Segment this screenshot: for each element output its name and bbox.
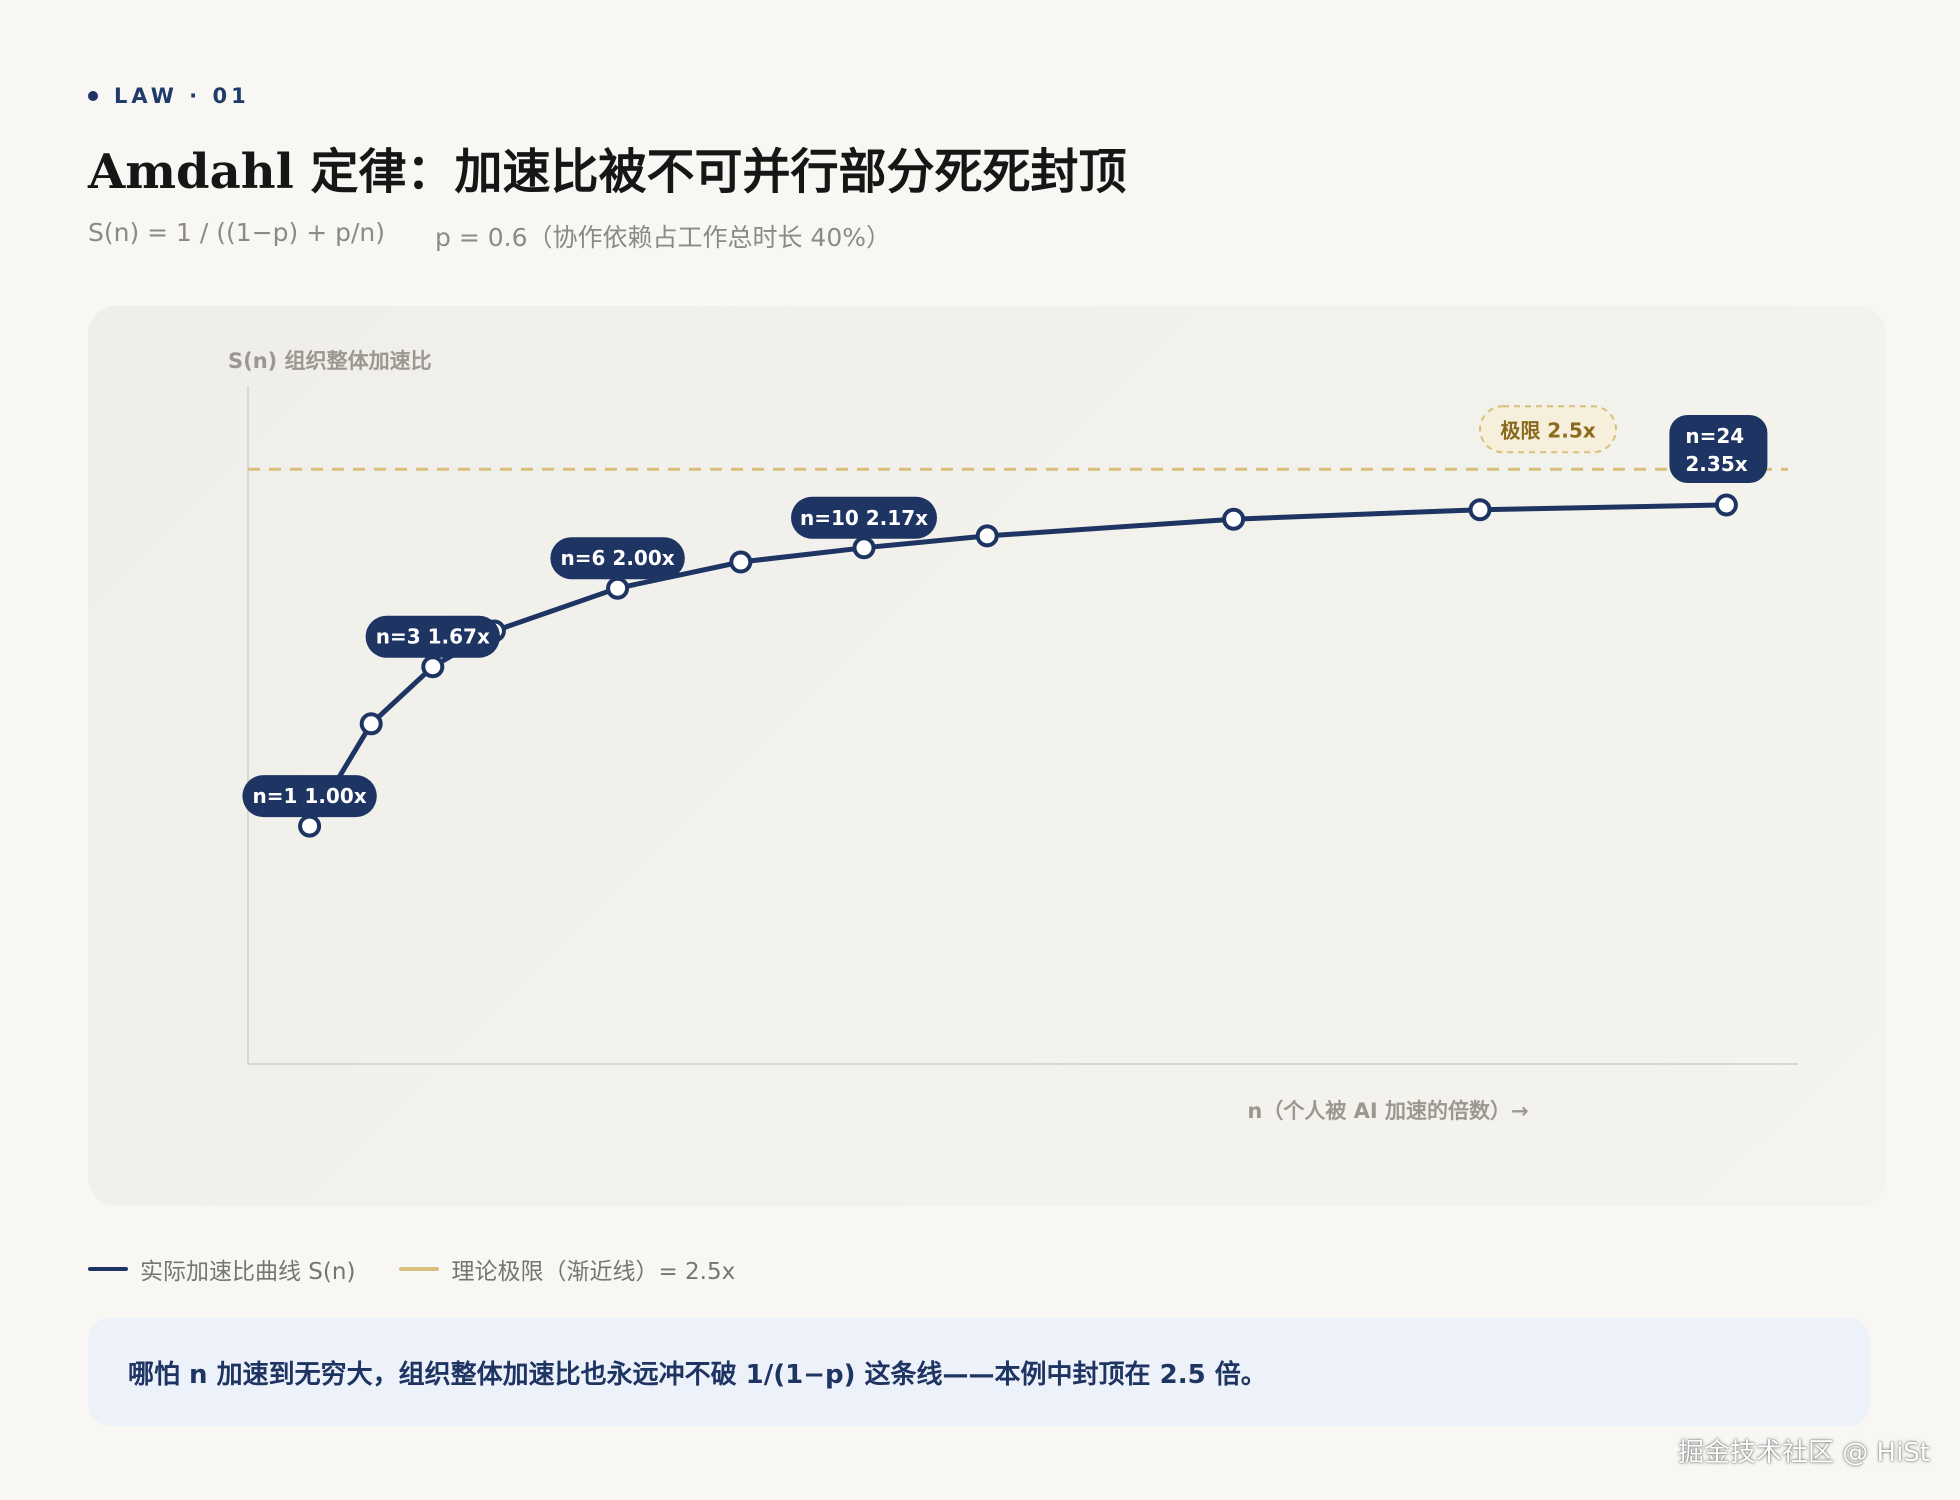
- speedup-chart: S(n) 组织整体加速比 n（个人被 AI 加速的倍数）→ 极限 2.5x n=1 1…: [228, 349, 1798, 1123]
- point-callout-n1: n=1 1.00x: [242, 775, 377, 818]
- point-callout-n6: n=6 2.00x: [550, 537, 685, 580]
- data-point-n6: [606, 576, 630, 600]
- legend-swatch-limit: [399, 1267, 440, 1271]
- data-point-n20: [1468, 498, 1492, 522]
- legend-label-limit: 理论极限（渐近线）= 2.5x: [451, 1259, 736, 1285]
- bullet-dot-icon: [88, 91, 98, 101]
- x-axis-label: n（个人被 AI 加速的倍数）→: [1247, 1099, 1528, 1123]
- legend-label-actual: 实际加速比曲线 S(n): [140, 1259, 356, 1285]
- data-point-n12: [975, 524, 999, 548]
- legend-item-actual: 实际加速比曲线 S(n): [88, 1252, 355, 1286]
- callout-label: n=24: [1685, 424, 1744, 448]
- speedup-curve: [307, 502, 1729, 829]
- watermark: 掘金技术社区 @ HiSt: [1677, 1438, 1930, 1468]
- data-point-n3: [421, 655, 445, 679]
- kicker-text: LAW · 01: [114, 84, 250, 108]
- legend-swatch-line: [88, 1267, 128, 1271]
- data-point-n8: [729, 550, 753, 574]
- asymptote-label: 极限 2.5x: [1500, 418, 1595, 442]
- data-point-n10: [852, 536, 876, 560]
- y-axis-label: S(n) 组织整体加速比: [228, 349, 432, 373]
- point-callout-n3: n=3 1.67x: [365, 615, 500, 658]
- callout-label: 2.35x: [1685, 452, 1747, 476]
- takeaway-callout: 哪怕 n 加速到无穷大，组织整体加速比也永远冲不破 1/(1−p) 这条线——本…: [88, 1318, 1870, 1426]
- data-point-n1: [298, 814, 322, 838]
- chart-legend: 实际加速比曲线 S(n) 理论极限（渐近线）= 2.5x: [88, 1252, 735, 1286]
- callout-label: n=10 2.17x: [800, 506, 928, 530]
- legend-item-limit: 理论极限（渐近线）= 2.5x: [399, 1252, 735, 1286]
- data-point-n24: [1714, 493, 1738, 517]
- callout-label: n=6 2.00x: [561, 546, 675, 570]
- point-callout-n24: n=24 2.35x: [1669, 414, 1768, 483]
- parameter-text: p = 0.6（协作依赖占工作总时长 40%）: [435, 223, 891, 252]
- data-point-n2: [359, 712, 383, 736]
- data-point-n16: [1222, 507, 1246, 531]
- formula-line: S(n) = 1 / ((1−p) + p/n) p = 0.6（协作依赖占工作…: [88, 218, 891, 254]
- callout-label: n=3 1.67x: [376, 625, 490, 649]
- page-title: Amdahl 定律：加速比被不可并行部分死死封顶: [88, 144, 1127, 200]
- chart-panel: S(n) 组织整体加速比 n（个人被 AI 加速的倍数）→ 极限 2.5x n=1 1…: [88, 306, 1886, 1206]
- section-kicker: LAW · 01: [88, 84, 250, 108]
- formula-text: S(n) = 1 / ((1−p) + p/n): [88, 218, 385, 247]
- point-callout-n10: n=10 2.17x: [791, 496, 937, 539]
- callout-label: n=1 1.00x: [253, 784, 367, 808]
